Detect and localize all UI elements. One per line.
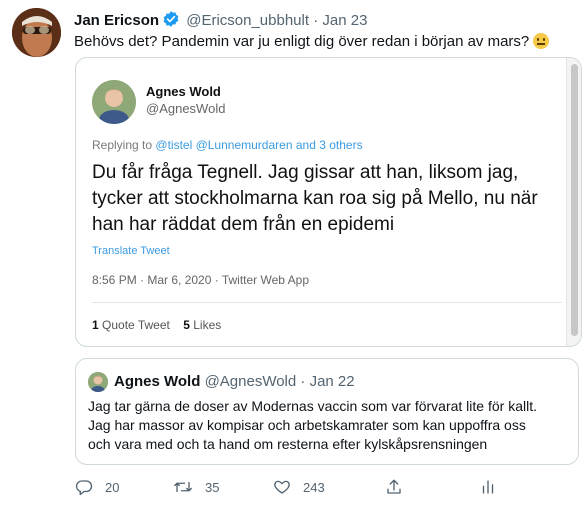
screenshot-text-line: han har räddat dem från en epidemi (92, 214, 395, 235)
screenshot-tweet-text: Du får fråga Tegnell. Jag gissar att han… (92, 160, 538, 238)
share-icon (385, 478, 403, 496)
tweet-header: Jan Ericson @Ericson_ubbhult · Jan 23 (74, 10, 367, 32)
replying-and: and (295, 138, 316, 152)
screenshot-text-line: Du får fråga Tegnell. Jag gissar att han… (92, 162, 519, 183)
replying-mentions: @tistel @Lunnemurdaren (155, 138, 293, 152)
quote-tweet-count: 1 (92, 318, 99, 332)
quoted-author-avatar (88, 372, 108, 392)
likes-label: Likes (193, 318, 222, 332)
quoted-text: Jag tar gärna de doser av Modernas vacci… (88, 397, 537, 454)
quoted-text-line: Jag har massor av kompisar och arbetskam… (88, 417, 526, 433)
screenshot-author-name: Agnes Wold (146, 84, 221, 99)
analytics-icon (479, 478, 497, 496)
quoted-text-line: Jag tar gärna de doser av Modernas vacci… (88, 398, 537, 414)
like-button[interactable]: 243 (273, 478, 325, 496)
retweet-button[interactable]: 35 (173, 478, 219, 496)
screenshot-author-avatar (92, 80, 136, 124)
author-name[interactable]: Jan Ericson (74, 12, 159, 29)
quoted-date: Jan 22 (309, 373, 355, 390)
reply-button[interactable]: 20 (75, 478, 119, 496)
author-avatar[interactable] (12, 8, 61, 57)
screenshot-divider (92, 302, 562, 303)
tweet-date[interactable]: Jan 23 (322, 12, 367, 29)
analytics-button[interactable] (479, 478, 497, 496)
share-button[interactable] (385, 478, 403, 496)
tweet-text: Behövs det? Pandemin var ju enligt dig ö… (74, 32, 550, 52)
screenshot-author-handle: @AgnesWold (146, 101, 226, 116)
screenshot-stats: 1 Quote Tweet 5 Likes (92, 318, 221, 332)
quoted-separator: · (300, 373, 306, 390)
like-icon (273, 478, 291, 496)
likes-count: 5 (183, 318, 190, 332)
screenshot-scrollbar (566, 58, 581, 346)
screenshot-translate-link: Translate Tweet (92, 245, 170, 257)
attached-image[interactable]: Agnes Wold @AgnesWold Replying to @tiste… (75, 57, 582, 347)
replying-others: 3 others (319, 138, 363, 152)
screenshot-tweet: Agnes Wold @AgnesWold Replying to @tiste… (76, 58, 566, 346)
tweet-actions: 20 35 243 (75, 478, 580, 500)
quoted-header: Agnes Wold @AgnesWold · Jan 22 (114, 373, 355, 390)
screenshot-meta: 8:56 PM · Mar 6, 2020 · Twitter Web App (92, 273, 309, 287)
reply-icon (75, 478, 93, 496)
quoted-tweet[interactable]: Agnes Wold @AgnesWold · Jan 22 Jag tar g… (75, 358, 579, 465)
header-separator: · (313, 12, 319, 29)
screenshot-text-line: tycker att stockholmarna kan roa sig på … (92, 188, 538, 209)
like-count: 243 (303, 479, 325, 495)
quoted-text-line: och vara med och ta hand om resterna eft… (88, 436, 488, 452)
reply-count: 20 (105, 479, 120, 495)
author-handle[interactable]: @Ericson_ubbhult (186, 12, 309, 29)
quoted-author-handle: @AgnesWold (204, 373, 297, 390)
tweet-text-content: Behövs det? Pandemin var ju enligt dig ö… (74, 33, 530, 50)
quoted-author-name: Agnes Wold (114, 373, 201, 390)
screenshot-replying-to: Replying to @tistel @Lunnemurdaren and 3… (92, 138, 363, 152)
replying-prefix: Replying to (92, 138, 153, 152)
quote-tweet-label: Quote Tweet (102, 318, 170, 332)
neutral-face-emoji-icon (533, 33, 550, 49)
verified-badge-icon (162, 10, 180, 32)
retweet-icon (173, 478, 193, 496)
retweet-count: 35 (205, 479, 220, 495)
screenshot-scrollbar-thumb (571, 64, 578, 336)
